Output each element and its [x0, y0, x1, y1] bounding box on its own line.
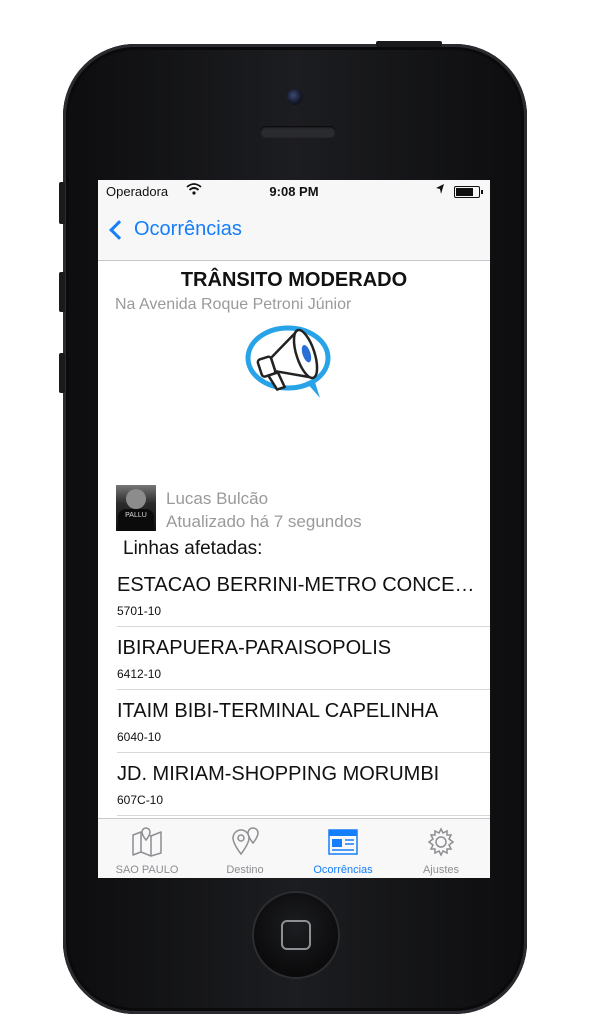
navigation-bar: Ocorrências	[98, 204, 490, 261]
location-pins-icon	[232, 827, 259, 856]
line-code: 5701-10	[117, 604, 162, 618]
home-square-icon	[281, 920, 311, 950]
incident-location: Na Avenida Roque Petroni Júnior	[115, 296, 352, 313]
avatar-shirt-text: PALLU	[118, 509, 154, 531]
list-item[interactable]: IBIRAPUERA-PARAISOPOLIS 6412-10	[117, 627, 490, 690]
line-name: ITAIM BIBI-TERMINAL CAPELINHA	[117, 700, 439, 722]
battery-icon	[454, 186, 483, 198]
volume-up-button	[59, 272, 65, 312]
reporter-info: PALLU Lucas Bulcão Atualizado há 7 segun…	[116, 485, 476, 533]
volume-down-button	[59, 353, 65, 393]
tab-sao-paulo[interactable]: SAO PAULO	[98, 819, 196, 878]
earpiece-speaker	[260, 126, 336, 138]
incident-title: TRÂNSITO MODERADO	[180, 269, 408, 291]
reporter-name: Lucas Bulcão	[166, 489, 269, 508]
tab-ajustes[interactable]: Ajustes	[392, 819, 490, 878]
newspaper-icon	[328, 829, 358, 855]
front-camera	[287, 89, 303, 105]
location-arrow-icon	[435, 183, 445, 198]
battery-level-fill	[456, 188, 473, 196]
tab-ocorrencias[interactable]: Ocorrências	[294, 819, 392, 878]
status-bar: Operadora 9:08 PM	[98, 180, 490, 204]
list-item[interactable]: JD. MIRIAM-SHOPPING MORUMBI 607C-10	[117, 753, 490, 816]
chevron-left-icon	[109, 219, 129, 240]
tab-destino[interactable]: Destino	[196, 819, 294, 878]
avatar: PALLU	[116, 485, 156, 531]
updated-time: Atualizado há 7 segundos	[166, 512, 362, 531]
line-code: 607C-10	[117, 793, 164, 807]
screen: Operadora 9:08 PM Ocorrências TRÂNSITO M…	[98, 180, 490, 878]
power-button	[376, 41, 442, 47]
megaphone-icon	[244, 318, 336, 413]
back-button-label: Ocorrências	[134, 218, 242, 240]
tab-label: Ocorrências	[313, 864, 373, 876]
back-button[interactable]: Ocorrências	[108, 218, 242, 241]
tab-label: Ajustes	[422, 864, 460, 876]
clock: 9:08 PM	[269, 184, 319, 199]
tab-label: SAO PAULO	[115, 864, 179, 876]
map-icon	[132, 827, 162, 857]
line-code: 6040-10	[117, 730, 162, 744]
list-item[interactable]: ESTACAO BERRINI-METRO CONCEIÇÃO 5701-10	[117, 564, 490, 627]
line-name: JD. MIRIAM-SHOPPING MORUMBI	[117, 763, 440, 785]
list-item[interactable]: ITAIM BIBI-TERMINAL CAPELINHA 6040-10	[117, 690, 490, 753]
line-name: ESTACAO BERRINI-METRO CONCEIÇÃO	[117, 574, 477, 596]
tab-label: Destino	[226, 864, 264, 876]
tab-bar: SAO PAULO Destino Ocorrências Ajustes	[98, 818, 490, 878]
mute-switch	[59, 182, 65, 224]
line-name: IBIRAPUERA-PARAISOPOLIS	[117, 637, 392, 659]
gear-icon	[427, 827, 455, 857]
affected-lines-heading: Linhas afetadas:	[123, 538, 263, 559]
affected-lines-list: ESTACAO BERRINI-METRO CONCEIÇÃO 5701-10 …	[98, 564, 490, 816]
line-code: 6412-10	[117, 667, 162, 681]
